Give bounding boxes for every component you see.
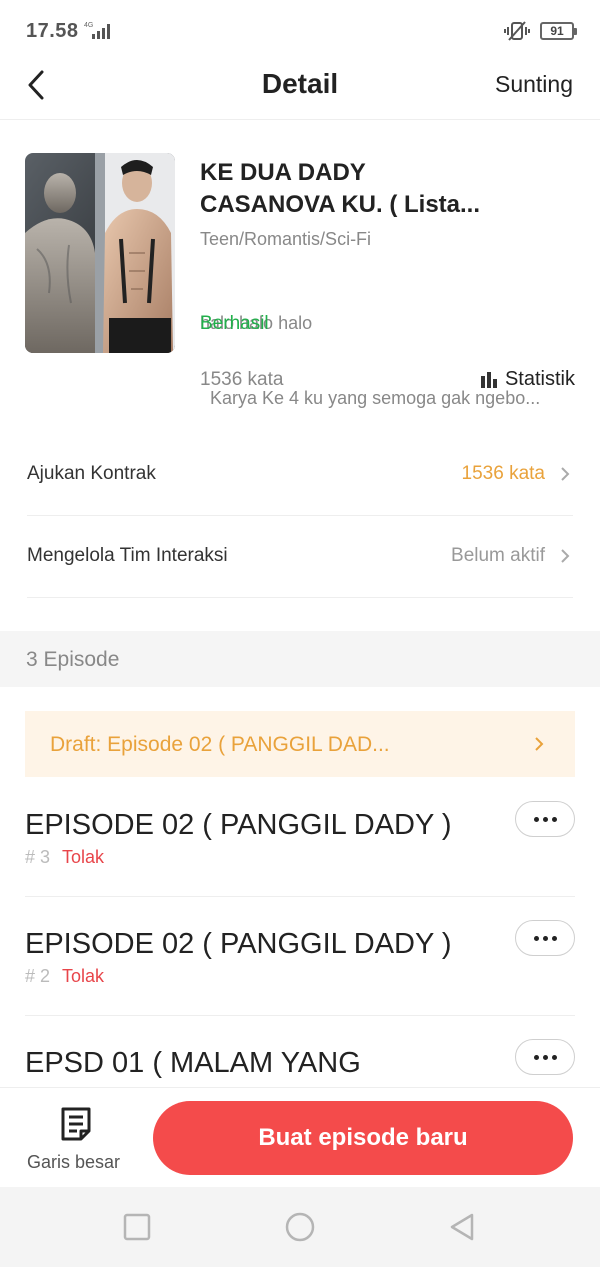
episode-item[interactable]: EPISODE 02 ( PANGGIL DADY ) # 2 Tolak <box>25 896 575 1016</box>
outline-icon <box>61 1107 91 1141</box>
book-title-line-2: CASANOVA KU. ( Lista... <box>200 191 481 218</box>
draft-label: Draft: Episode 02 ( PANGGIL DAD... <box>50 733 390 756</box>
status-bar: 17.58 4G 91 <box>0 0 600 62</box>
more-options-button[interactable] <box>515 1039 575 1075</box>
row-submit-contract[interactable]: Ajukan Kontrak 1536 kata <box>27 434 573 516</box>
row-label: Ajukan Kontrak <box>27 463 156 484</box>
episode-number: # 3 <box>25 847 51 867</box>
book-genre: Teen/Romantis/Sci-Fi <box>200 229 372 249</box>
book-description: halo halo halo Karya Ke 4 ku yang semoga… <box>200 261 575 436</box>
stats-icon <box>480 371 497 388</box>
chevron-right-icon <box>561 549 570 563</box>
row-value: 1536 kata <box>461 463 545 484</box>
statistics-button[interactable]: Statistik <box>480 368 575 391</box>
outline-label: Garis besar <box>27 1152 121 1172</box>
draft-banner[interactable]: Draft: Episode 02 ( PANGGIL DAD... <box>25 711 575 777</box>
row-label: Mengelola Tim Interaksi <box>27 545 228 566</box>
nav-home-icon[interactable] <box>284 1211 316 1243</box>
episode-status: Tolak <box>62 847 105 867</box>
episode-status: Tolak <box>62 966 105 986</box>
more-options-button[interactable] <box>515 920 575 956</box>
svg-text:4G: 4G <box>84 22 93 29</box>
book-title: KE DUA DADY CASANOVA KU. ( Lista... <box>200 157 580 221</box>
book-title-line-1: KE DUA DADY <box>200 159 366 186</box>
episode-title: EPISODE 02 ( PANGGIL DADY ) <box>25 809 452 841</box>
episode-count: 3 Episode <box>26 648 120 671</box>
outline-button[interactable]: Garis besar <box>22 1100 132 1178</box>
book-status-badge: Berhasil <box>200 313 269 334</box>
chevron-right-icon <box>561 467 570 481</box>
bottom-action-bar: Garis besar Buat episode baru <box>0 1087 600 1187</box>
chevron-right-icon <box>535 737 544 751</box>
row-value: Belum aktif <box>451 545 545 566</box>
battery-icon: 91 <box>540 22 577 40</box>
battery-level: 91 <box>550 24 564 38</box>
app-header: Detail Sunting <box>0 62 600 120</box>
episode-title: EPSD 01 ( MALAM YANG <box>25 1047 361 1079</box>
more-options-button[interactable] <box>515 801 575 837</box>
statistics-label: Statistik <box>504 368 575 390</box>
vibrate-mute-icon <box>504 21 530 41</box>
book-word-count: 1536 kata <box>200 369 284 390</box>
episode-section-header: 3 Episode <box>0 631 600 687</box>
episode-title: EPISODE 02 ( PANGGIL DADY ) <box>25 928 452 960</box>
signal-icon: 4G <box>84 22 110 39</box>
episode-number: # 2 <box>25 966 51 986</box>
new-episode-button[interactable]: Buat episode baru <box>153 1101 573 1175</box>
book-cover-image[interactable] <box>25 153 175 353</box>
row-manage-interaction-team[interactable]: Mengelola Tim Interaksi Belum aktif <box>27 516 573 598</box>
status-time: 17.58 <box>26 20 79 42</box>
nav-recent-icon[interactable] <box>121 1211 153 1243</box>
system-nav-bar <box>0 1187 600 1267</box>
episode-item[interactable]: EPISODE 02 ( PANGGIL DADY ) # 3 Tolak <box>25 777 575 897</box>
edit-button[interactable]: Sunting <box>495 71 573 98</box>
nav-back-icon[interactable] <box>446 1211 478 1243</box>
